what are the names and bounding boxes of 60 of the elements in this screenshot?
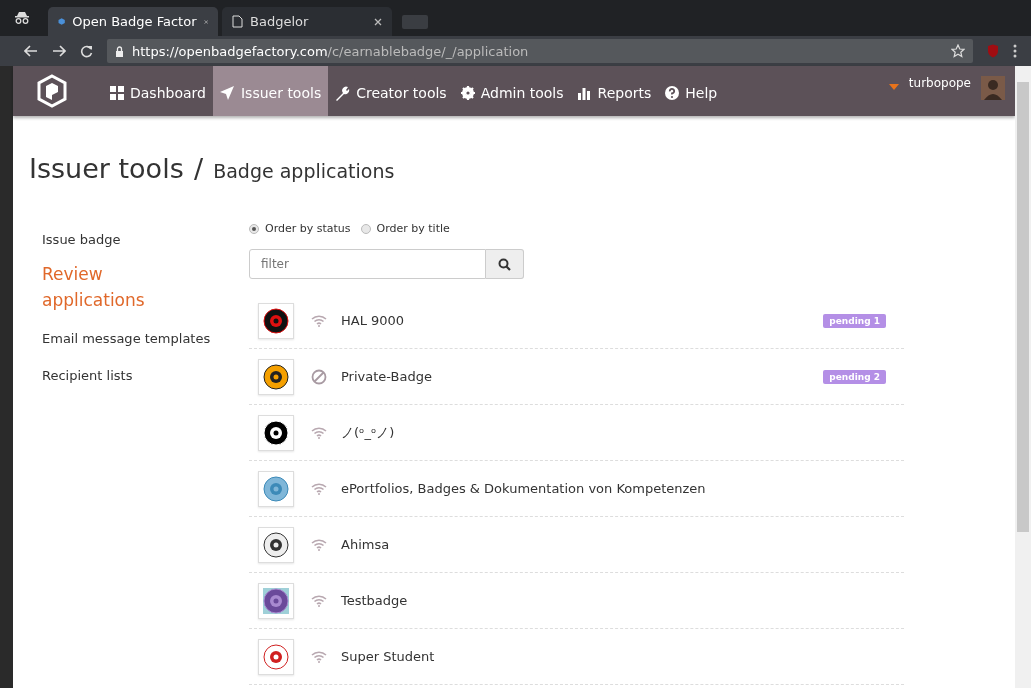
star-icon[interactable] [951,44,965,58]
badge-name[interactable]: ノ(ᵒ_ᵒノ) [341,423,395,442]
gear-icon [460,86,475,100]
document-icon [232,15,243,28]
pending-badge: pending 1 [823,313,886,328]
address-field[interactable]: https://openbadgefactory.com/c/earnablebadge/_/application [107,39,973,63]
logo-icon[interactable] [35,74,69,108]
badge-name[interactable]: ePortfolios, Badges & Dokumentation von Kompetenzen [341,481,706,496]
radio-button[interactable] [360,223,371,234]
back-icon[interactable] [24,45,38,57]
grid-icon [110,86,124,100]
search-button[interactable] [486,249,524,279]
reload-icon[interactable] [80,44,93,58]
paper-plane-icon [219,86,235,100]
badge-name[interactable]: Super Student [341,649,435,664]
badge-name[interactable]: Private-Badge [341,369,432,384]
browser-tab[interactable]: Badgelor [222,7,392,36]
badge-name[interactable]: Ahimsa [341,537,390,552]
title-separator: / [193,153,203,184]
wifi-icon [311,650,327,663]
sidebar-item[interactable]: Recipient lists [42,368,242,383]
forward-icon[interactable] [52,45,66,57]
nav-item[interactable]: Dashboard [103,66,213,116]
page-subtitle: Badge applications [213,160,395,182]
filter-field[interactable]: filter [249,249,486,279]
ban-icon [311,368,327,385]
sidebar-item[interactable]: Email message templates [42,331,242,346]
user-name[interactable]: turbopope [908,76,971,90]
badge-name[interactable]: HAL 9000 [341,313,405,328]
nav-item[interactable]: Creator tools [328,66,454,116]
incognito-icon [14,11,30,25]
help-icon [665,86,680,100]
scrollbar[interactable] [1015,66,1031,688]
nav-item[interactable]: Reports [570,66,659,116]
tab-title: Open Badge Factor [72,14,197,29]
browser-tab[interactable]: Open Badge Factor [48,7,218,36]
close-icon[interactable] [374,17,382,26]
wifi-icon [311,426,327,439]
menu-icon[interactable] [1013,44,1017,58]
wifi-icon [311,594,327,607]
radio-label[interactable]: Order by status [265,222,351,235]
sidebar-item[interactable]: Issue badge [42,232,242,247]
cube-icon [58,15,66,28]
close-icon[interactable] [203,17,208,26]
search-icon [498,257,511,271]
tab-title: Badgelor [250,14,310,29]
wrench-icon [335,85,351,101]
bar-chart-icon [577,86,592,100]
wifi-icon [311,538,327,551]
wifi-icon [311,482,327,495]
lock-icon [115,45,124,57]
radio-label[interactable]: Order by title [376,222,450,235]
badge-name[interactable]: Testbadge [341,593,408,608]
caret-icon[interactable] [888,84,899,90]
nav-item[interactable]: Help [658,66,725,116]
radio-button[interactable] [249,223,259,234]
page-title: Issuer tools [29,153,184,184]
nav-item[interactable]: Admin tools [453,66,571,116]
pending-badge: pending 2 [823,369,886,384]
wifi-icon [311,314,327,327]
